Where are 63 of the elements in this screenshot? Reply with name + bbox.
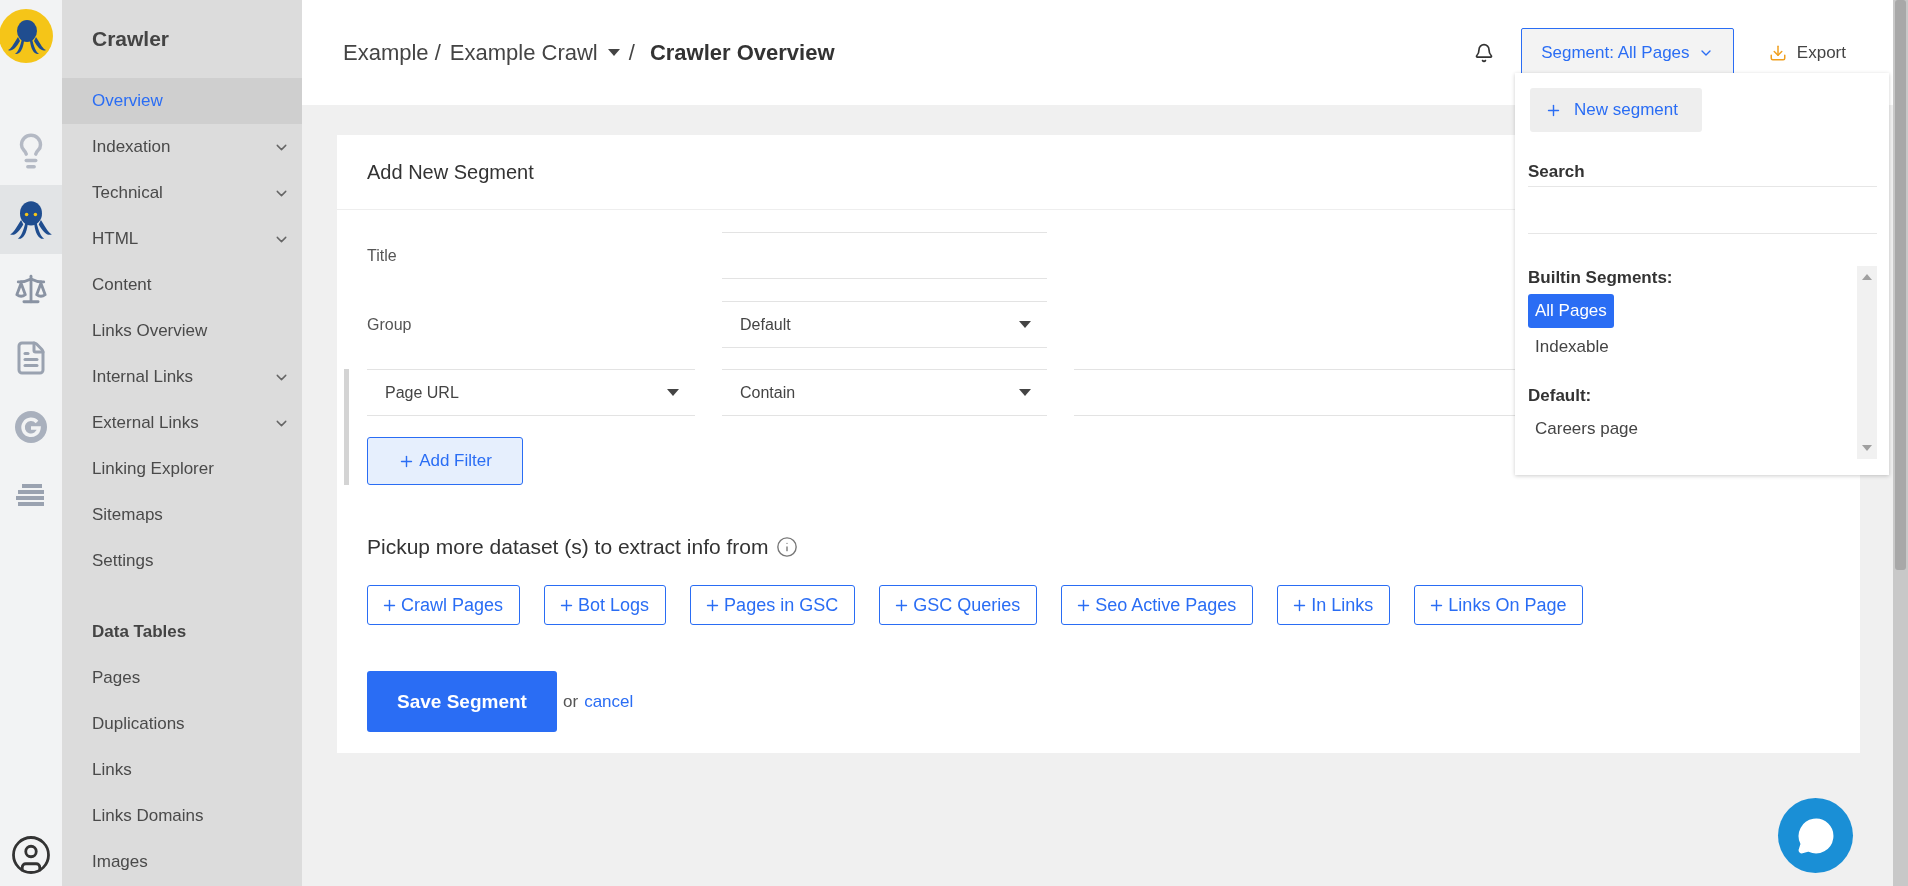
- sidebar-item[interactable]: Technical: [62, 170, 302, 216]
- sidebar-item[interactable]: Links Overview: [62, 308, 302, 354]
- info-icon[interactable]: [776, 536, 799, 558]
- or-text: or: [563, 691, 579, 712]
- sidebar-item[interactable]: Internal Links: [62, 354, 302, 400]
- search-label: Search: [1528, 162, 1586, 182]
- dataset-button[interactable]: Seo Active Pages: [1061, 585, 1254, 625]
- page-scrollbar[interactable]: [1893, 0, 1908, 886]
- segment-group-title: Default:: [1528, 386, 1593, 406]
- breadcrumb-project[interactable]: Example /: [343, 39, 441, 66]
- select-field[interactable]: Contain: [722, 369, 1047, 416]
- sidebar-item[interactable]: Links: [62, 747, 302, 793]
- caret-down-icon: [667, 389, 679, 396]
- breadcrumb-current: Crawler Overview: [649, 39, 835, 66]
- octopus-logo[interactable]: [0, 8, 56, 64]
- add-filter-button[interactable]: Add Filter: [367, 437, 523, 485]
- breadcrumb-crawl[interactable]: Example Crawl: [449, 39, 620, 66]
- scroll-up-arrow-icon[interactable]: [1862, 274, 1872, 280]
- segment-option[interactable]: Indexable: [1528, 330, 1616, 364]
- scroll-down-arrow-icon[interactable]: [1862, 445, 1872, 451]
- field-label: Group: [367, 315, 413, 334]
- dataset-button[interactable]: Links On Page: [1414, 585, 1584, 625]
- caret-down-icon: [1019, 321, 1031, 328]
- sidebar-item[interactable]: Images: [62, 839, 302, 885]
- segment-group-title: Builtin Segments:: [1528, 268, 1674, 288]
- segment-option[interactable]: Careers page: [1528, 412, 1645, 446]
- sidebar-item[interactable]: External Links: [62, 400, 302, 446]
- circle-g-icon: [14, 409, 48, 444]
- datasets-heading: Pickup more dataset (s) to extract info from: [367, 535, 769, 559]
- dataset-button[interactable]: Bot Logs: [544, 585, 667, 625]
- cancel-link[interactable]: cancel: [584, 691, 634, 712]
- sidebar-item[interactable]: Links Domains: [62, 793, 302, 839]
- save-segment-button[interactable]: Save Segment: [367, 671, 557, 732]
- dataset-button[interactable]: GSC Queries: [879, 585, 1038, 625]
- sidebar-item[interactable]: Linking Explorer: [62, 446, 302, 492]
- export-button[interactable]: Export: [1733, 42, 1893, 63]
- stacked-bars-icon: [16, 483, 46, 508]
- new-segment-button[interactable]: New segment: [1530, 88, 1702, 132]
- download-icon: [1768, 43, 1787, 62]
- select-field[interactable]: Default: [722, 301, 1047, 348]
- dataset-button[interactable]: Pages in GSC: [690, 585, 856, 625]
- sidebar-title: Crawler: [91, 26, 171, 52]
- user-icon[interactable]: [10, 834, 52, 876]
- breadcrumb-separator: /: [628, 39, 635, 66]
- sidebar-item[interactable]: Duplications: [62, 701, 302, 747]
- segment-option[interactable]: All Pages: [1528, 294, 1614, 328]
- sidebar-item[interactable]: Indexation: [62, 124, 302, 170]
- sidebar-item[interactable]: Pages: [62, 655, 302, 701]
- input-field[interactable]: [722, 232, 1047, 279]
- sidebar-section-title: Data Tables: [91, 621, 188, 643]
- sidebar-item[interactable]: Content: [62, 262, 302, 308]
- list-scrollbar[interactable]: [1857, 266, 1877, 459]
- bell-icon[interactable]: [1473, 42, 1494, 63]
- sidebar-item[interactable]: Sitemaps: [62, 492, 302, 538]
- chat-bubble-icon: [1796, 816, 1835, 855]
- caret-down-icon: [1019, 389, 1031, 396]
- sidebar-item[interactable]: HTML: [62, 216, 302, 262]
- dataset-button[interactable]: In Links: [1277, 585, 1391, 625]
- select-field[interactable]: Page URL: [367, 369, 695, 416]
- caret-down-icon: [607, 49, 620, 56]
- dataset-button[interactable]: Crawl Pages: [367, 585, 521, 625]
- sidebar-item[interactable]: Settings: [62, 538, 302, 584]
- field-label: Title: [367, 246, 398, 265]
